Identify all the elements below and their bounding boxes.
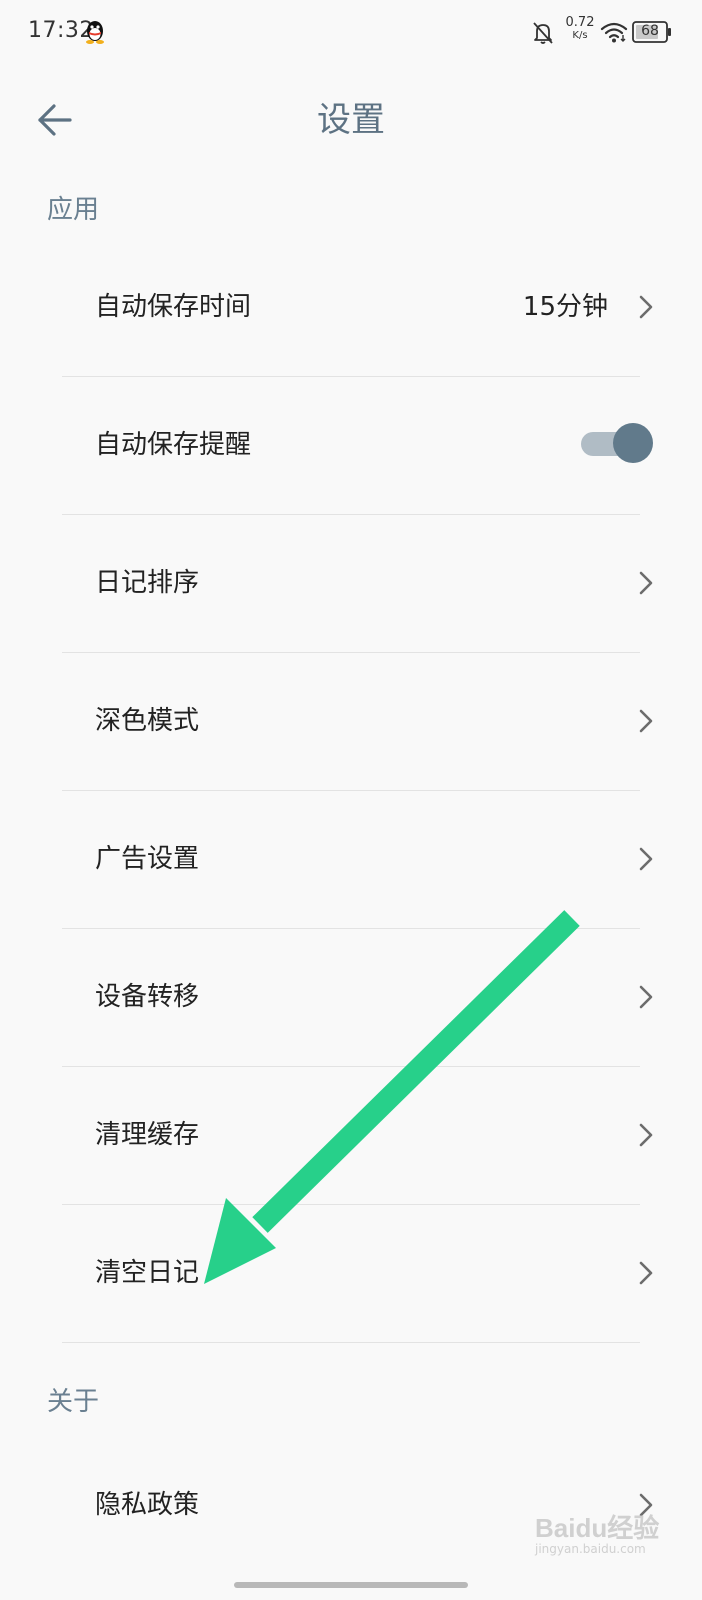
chevron-right-icon <box>639 295 653 319</box>
toggle-thumb <box>613 423 653 463</box>
row-label: 隐私政策 <box>95 1490 200 1520</box>
home-indicator[interactable] <box>234 1582 468 1588</box>
network-speed: 0.72 K/s <box>562 16 598 42</box>
network-speed-value: 0.72 <box>565 15 595 30</box>
watermark-logo: Baidu经验 <box>535 1513 660 1543</box>
chevron-right-icon <box>639 1123 653 1147</box>
row-label: 自动保存提醒 <box>95 430 252 460</box>
settings-row-device-transfer[interactable]: 设备转移 <box>0 928 702 1066</box>
row-label: 清空日记 <box>95 1258 200 1288</box>
settings-row-diary-sort[interactable]: 日记排序 <box>0 514 702 652</box>
section-label-about: 关于 <box>47 1387 100 1417</box>
chevron-right-icon <box>639 985 653 1009</box>
row-label: 深色模式 <box>95 706 200 736</box>
divider <box>62 1342 640 1343</box>
watermark-url: jingyan.baidu.com <box>535 1542 646 1556</box>
row-label: 自动保存时间 <box>95 292 252 322</box>
chevron-right-icon <box>639 1261 653 1285</box>
chevron-right-icon <box>639 847 653 871</box>
wifi-icon <box>600 22 628 43</box>
settings-row-clear-cache[interactable]: 清理缓存 <box>0 1066 702 1204</box>
network-speed-unit: K/s <box>572 30 588 41</box>
settings-row-autosave-time[interactable]: 自动保存时间 15分钟 <box>0 238 702 376</box>
page-title: 设置 <box>317 100 385 140</box>
row-label: 清理缓存 <box>95 1120 200 1150</box>
row-label: 设备转移 <box>95 982 200 1012</box>
row-label: 日记排序 <box>95 568 200 598</box>
row-label: 广告设置 <box>95 844 200 874</box>
chevron-right-icon <box>639 571 653 595</box>
baidu-watermark: Baidu经验 jingyan.baidu.com <box>535 1500 665 1560</box>
settings-row-dark-mode[interactable]: 深色模式 <box>0 652 702 790</box>
status-bar: 17:32 0.72 K/s 68 <box>0 0 702 64</box>
section-label-app: 应用 <box>47 195 100 225</box>
bell-off-icon <box>533 22 553 44</box>
settings-row-ad-settings[interactable]: 广告设置 <box>0 790 702 928</box>
settings-row-autosave-reminder: 自动保存提醒 <box>0 376 702 514</box>
autosave-reminder-toggle[interactable] <box>581 423 653 465</box>
settings-row-clear-diary[interactable]: 清空日记 <box>0 1204 702 1342</box>
battery-icon: 68 <box>632 20 672 44</box>
row-value: 15分钟 <box>522 292 608 322</box>
qq-icon <box>86 21 104 44</box>
chevron-right-icon <box>639 709 653 733</box>
battery-level: 68 <box>641 23 659 39</box>
